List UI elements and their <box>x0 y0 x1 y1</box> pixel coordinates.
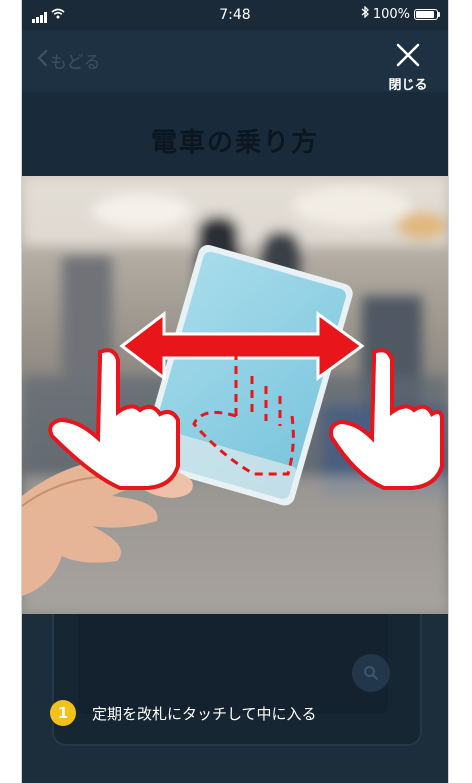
battery-icon <box>414 8 440 20</box>
step-number-badge: 1 <box>50 700 76 726</box>
step-text: 定期を改札にタッチして中に入る <box>92 704 317 723</box>
app-screen: 7:48 100% もどる 閉じる 電車の乗り方 1 定期を改札にタッチして中に… <box>22 0 448 783</box>
status-right: 100% <box>361 5 440 22</box>
close-button[interactable]: 閉じる <box>378 42 438 93</box>
title-band: 電車の乗り方 <box>22 92 448 176</box>
ticket-gate-illustration <box>52 614 422 746</box>
close-label: 閉じる <box>388 78 428 93</box>
status-bar: 7:48 100% <box>22 0 448 30</box>
gate-screen <box>78 614 388 714</box>
chevron-left-icon <box>36 49 48 72</box>
lower-panel: 1 定期を改札にタッチして中に入る <box>22 614 448 783</box>
bluetooth-icon <box>361 5 369 22</box>
step-caption: 1 定期を改札にタッチして中に入る <box>50 700 317 726</box>
tutorial-photo <box>22 176 448 614</box>
nav-bar: もどる 閉じる <box>22 30 448 93</box>
battery-percent: 100% <box>372 6 410 22</box>
close-icon <box>395 42 421 72</box>
back-button[interactable]: もどる <box>36 48 101 73</box>
back-label: もどる <box>50 53 101 73</box>
page-title: 電車の乗り方 <box>150 128 319 158</box>
search-icon <box>352 654 390 692</box>
